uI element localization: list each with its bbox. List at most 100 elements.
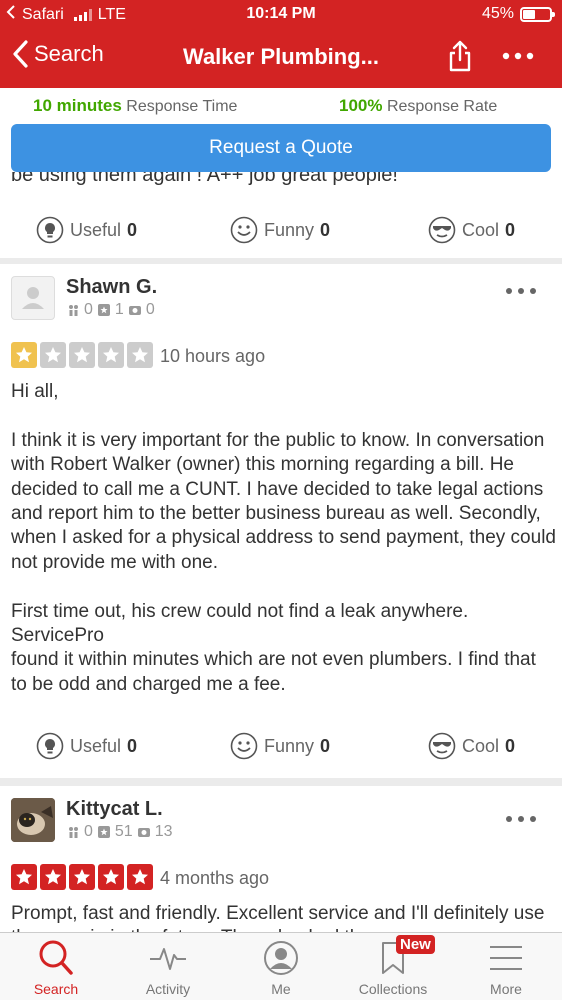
review-date: 4 months ago (160, 868, 270, 888)
reviewer-stats: 0 51 13 (66, 823, 173, 841)
lightbulb-icon (36, 216, 64, 244)
review-more-icon[interactable] (505, 814, 537, 824)
smiley-icon (230, 732, 258, 760)
sunglasses-icon (428, 732, 456, 760)
star-filled-icon (98, 864, 124, 890)
search-icon (39, 940, 73, 975)
avatar[interactable] (11, 276, 55, 320)
response-rate: 100% Response Rate (339, 96, 497, 116)
tab-activity-label: Activity (145, 981, 191, 997)
funny-button[interactable]: Funny 0 (230, 216, 330, 244)
new-badge: New (396, 935, 435, 954)
user-icon (264, 941, 298, 975)
funny-count: 0 (320, 219, 331, 240)
review-card: Kittycat L. 0 51 13 4 months ago Prompt,… (0, 786, 562, 932)
star-filled-icon (40, 864, 66, 890)
useful-label: Useful (70, 735, 122, 756)
battery-percent: 45% (481, 5, 514, 22)
share-icon (449, 40, 471, 72)
tab-search-label: Search (33, 981, 79, 997)
camera-icon (128, 306, 141, 315)
useful-button[interactable]: Useful 0 (36, 216, 137, 244)
review-text: Prompt, fast and friendly. Excellent ser… (11, 903, 545, 932)
response-rate-label: Response Rate (386, 98, 498, 115)
status-right: 45% (481, 5, 555, 23)
response-time: 10 minutes Response Time (33, 96, 237, 116)
status-bar: Safari LTE 10:14 PM 45% (0, 0, 562, 30)
star-rating (11, 342, 153, 368)
avatar[interactable] (11, 798, 55, 842)
tab-me[interactable]: Me (225, 933, 337, 1000)
star-filled-icon (11, 342, 37, 368)
previous-review-text: be using them again ! A++ job great peop… (11, 172, 398, 186)
review-count-icon (97, 304, 110, 316)
page-title: Walker Plumbing... (183, 44, 379, 69)
star-empty-icon (40, 342, 66, 368)
cool-label: Cool (462, 219, 500, 240)
star-filled-icon (127, 864, 153, 890)
tab-bar: Search Activity Me Collections More (0, 932, 562, 1000)
cool-button[interactable]: Cool 0 (428, 732, 515, 760)
star-rating (11, 864, 153, 890)
more-options-button[interactable] (500, 40, 536, 72)
tab-activity[interactable]: Activity (112, 933, 224, 1000)
review-count-icon (97, 826, 110, 838)
response-time-value: 10 minutes (33, 96, 122, 115)
response-rate-value: 100% (339, 96, 383, 115)
tab-search[interactable]: Search (0, 933, 112, 1000)
default-user-icon (22, 287, 44, 309)
cat-photo-icon (11, 798, 55, 842)
star-filled-icon (11, 864, 37, 890)
funny-count: 0 (320, 735, 331, 756)
funny-button[interactable]: Funny 0 (230, 732, 330, 760)
tab-more[interactable]: More (450, 933, 562, 1000)
previous-review-actions: Useful 0 Funny 0 Cool 0 (0, 208, 562, 252)
smiley-icon (230, 216, 258, 244)
star-empty-icon (127, 342, 153, 368)
review-actions: Useful 0 Funny 0 Cool 0 (0, 732, 562, 776)
response-time-label: Response Time (126, 98, 238, 115)
useful-button[interactable]: Useful 0 (36, 732, 137, 760)
review-date: 10 hours ago (160, 346, 266, 366)
funny-label: Funny (264, 219, 315, 240)
request-quote-button[interactable]: Request a Quote (11, 124, 551, 172)
reviews-list[interactable]: be using them again ! A++ job great peop… (0, 172, 562, 932)
response-stats: 10 minutes Response Time 100% Response R… (0, 88, 562, 126)
review-more-icon[interactable] (505, 286, 537, 296)
photo-count: 13 (154, 823, 173, 840)
review-card: Shawn G. 0 1 0 10 hours ago Hi all, I th… (0, 264, 562, 778)
nav-bar: Search Walker Plumbing... (0, 30, 562, 86)
previous-review-card: be using them again ! A++ job great peop… (0, 172, 562, 258)
menu-icon (490, 946, 522, 970)
reviewer-name[interactable]: Kittycat L. (66, 798, 163, 821)
camera-icon (137, 828, 150, 837)
funny-label: Funny (264, 735, 315, 756)
friends-icon (69, 827, 78, 838)
photo-count: 0 (145, 301, 155, 318)
cool-label: Cool (462, 735, 500, 756)
battery-icon (520, 6, 555, 22)
cool-count: 0 (505, 735, 516, 756)
share-button[interactable] (446, 40, 474, 72)
useful-count: 0 (127, 735, 138, 756)
useful-label: Useful (70, 219, 122, 240)
friends-icon (69, 305, 78, 316)
review-text: Hi all, I think it is very important for… (11, 381, 556, 695)
review-count: 1 (114, 301, 124, 318)
useful-count: 0 (127, 219, 138, 240)
star-filled-icon (69, 864, 95, 890)
top-header: Safari LTE 10:14 PM 45% Search Walker Pl… (0, 0, 562, 88)
lightbulb-icon (36, 732, 64, 760)
star-empty-icon (98, 342, 124, 368)
reviewer-name[interactable]: Shawn G. (66, 276, 157, 299)
tab-collections-label: Collections (358, 981, 428, 997)
reviewer-stats: 0 1 0 (66, 301, 155, 319)
more-dots-icon (502, 52, 534, 60)
star-empty-icon (69, 342, 95, 368)
cool-button[interactable]: Cool 0 (428, 216, 515, 244)
review-count: 51 (114, 823, 133, 840)
status-time: 10:14 PM (246, 5, 316, 22)
tab-me-label: Me (271, 981, 291, 997)
friends-count: 0 (84, 823, 93, 840)
sunglasses-icon (428, 216, 456, 244)
